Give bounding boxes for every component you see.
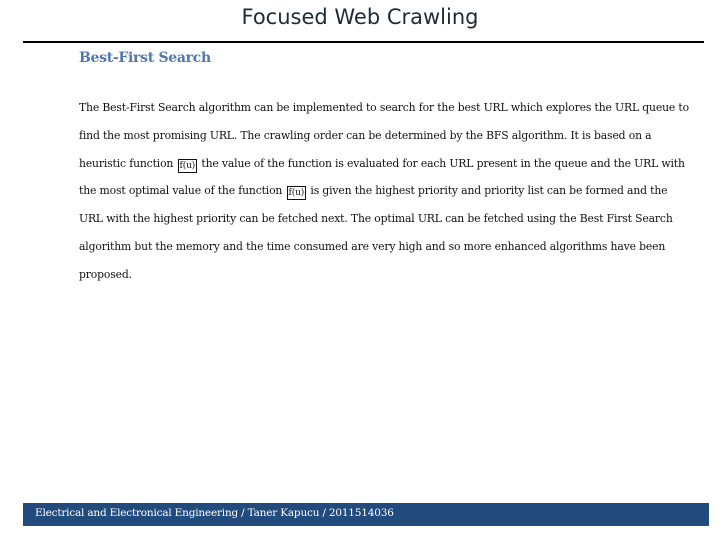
footer-text: Electrical and Electronical Engineering …	[35, 507, 394, 519]
body-paragraph: The Best-First Search algorithm can be i…	[79, 94, 691, 289]
heuristic-function-symbol-2: f(u)	[286, 186, 307, 201]
title-divider	[23, 41, 704, 43]
section-heading: Best-First Search	[79, 50, 211, 66]
slide-title: Focused Web Crawling	[241, 5, 479, 29]
heuristic-function-symbol: f(u)	[177, 158, 198, 173]
paragraph-text-3: is given the highest priority and priori…	[79, 184, 673, 281]
footer-bar: Electrical and Electronical Engineering …	[23, 503, 709, 526]
